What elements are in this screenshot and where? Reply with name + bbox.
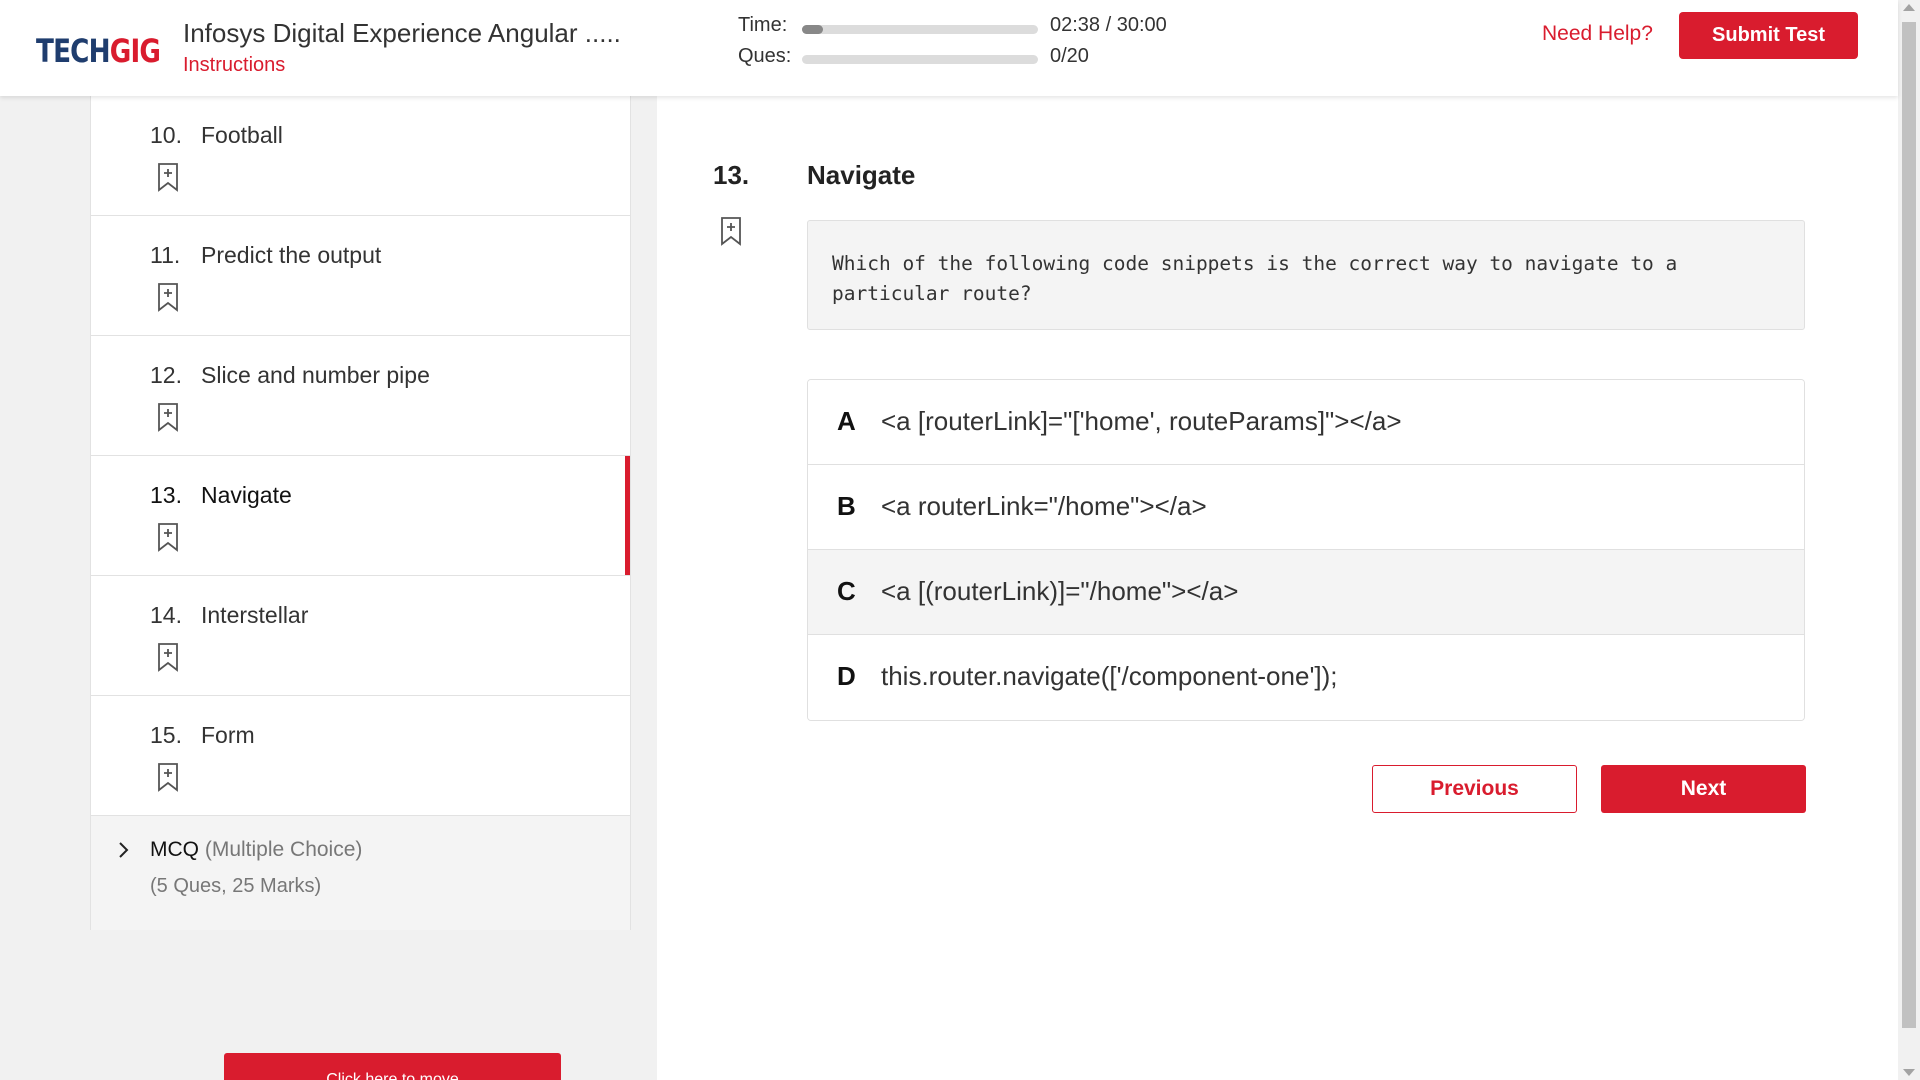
ques-label: Ques:	[738, 45, 792, 67]
answer-options: A <a [routerLink]="['home', routeParams]…	[807, 379, 1805, 721]
logo-gig-text: GIG	[109, 32, 161, 70]
option-letter: D	[837, 661, 856, 691]
chevron-right-icon[interactable]	[115, 842, 131, 858]
next-button[interactable]: Next	[1601, 765, 1806, 813]
time-progress-fill	[802, 25, 823, 34]
logo-tech-text: TECH	[36, 32, 111, 70]
option-letter: C	[837, 576, 856, 606]
section-details: (5 Ques, 25 Marks)	[150, 875, 322, 897]
question-title: Navigate	[201, 482, 292, 508]
option-text: <a routerLink="/home"></a>	[881, 491, 1207, 521]
submit-test-button[interactable]: Submit Test	[1679, 12, 1858, 59]
question-title: Form	[201, 722, 255, 748]
section-type: (Multiple Choice)	[204, 838, 363, 861]
option-letter: B	[837, 491, 856, 521]
question-panel: 13. Navigate Which of the following code…	[657, 96, 1898, 1080]
question-item[interactable]: 10. Football	[91, 96, 630, 216]
bookmark-add-icon[interactable]	[156, 762, 180, 792]
move-button-label: Click here to move	[326, 1071, 459, 1080]
option-text: this.router.navigate(['/component-one'])…	[881, 661, 1338, 691]
option-b[interactable]: B <a routerLink="/home"></a>	[808, 465, 1804, 550]
question-number: 13.	[150, 482, 182, 508]
scrollbar-thumb[interactable]	[1902, 22, 1916, 1028]
option-text: <a [routerLink]="['home', routeParams]">…	[881, 406, 1402, 436]
question-text: Which of the following code snippets is …	[807, 220, 1805, 330]
bookmark-add-icon[interactable]	[156, 522, 180, 552]
ques-progress-bar	[802, 55, 1038, 64]
instructions-link[interactable]: Instructions	[183, 54, 285, 77]
techgig-logo[interactable]: TECHGIG	[36, 32, 161, 70]
current-question-number: 13.	[713, 160, 750, 190]
option-a[interactable]: A <a [routerLink]="['home', routeParams]…	[808, 380, 1804, 465]
question-item[interactable]: 12. Slice and number pipe	[91, 336, 630, 456]
need-help-link[interactable]: Need Help?	[1542, 22, 1653, 46]
question-number: 11.	[150, 242, 181, 268]
ques-value: 0/20	[1050, 45, 1089, 67]
test-title: Infosys Digital Experience Angular .....	[183, 18, 621, 48]
bookmark-add-icon[interactable]	[156, 402, 180, 432]
question-number: 14.	[150, 602, 182, 628]
time-progress-bar	[802, 25, 1038, 34]
question-title: Interstellar	[201, 602, 309, 628]
option-text: <a [(routerLink)]="/home"></a>	[881, 576, 1239, 606]
time-value: 02:38 / 30:00	[1050, 14, 1167, 36]
question-sidebar: 10. Football 11. Predict the output 12. …	[0, 96, 657, 1080]
section-title: MCQ (Multiple Choice)	[150, 838, 362, 862]
scroll-down-arrow-icon[interactable]	[1903, 1069, 1915, 1076]
move-button[interactable]: Click here to move	[224, 1053, 561, 1080]
current-question-title: Navigate	[807, 160, 916, 190]
option-letter: A	[837, 406, 856, 436]
question-title: Football	[201, 122, 283, 148]
question-list: 10. Football 11. Predict the output 12. …	[90, 96, 631, 930]
bookmark-add-icon[interactable]	[156, 282, 180, 312]
option-d[interactable]: D this.router.navigate(['/component-one'…	[808, 635, 1804, 720]
bookmark-add-icon[interactable]	[719, 216, 743, 246]
question-item[interactable]: 14. Interstellar	[91, 576, 630, 696]
section-name: MCQ	[150, 838, 199, 861]
question-item-active[interactable]: 13. Navigate	[91, 456, 630, 576]
time-label: Time:	[738, 14, 788, 36]
bookmark-add-icon[interactable]	[156, 162, 180, 192]
question-title: Slice and number pipe	[201, 362, 430, 388]
option-c[interactable]: C <a [(routerLink)]="/home"></a>	[808, 550, 1804, 635]
scroll-up-arrow-icon[interactable]	[1903, 4, 1915, 11]
question-item[interactable]: 15. Form	[91, 696, 630, 816]
page-scrollbar[interactable]	[1898, 0, 1920, 1080]
question-number: 10.	[150, 122, 182, 148]
question-number: 15.	[150, 722, 182, 748]
previous-button[interactable]: Previous	[1372, 765, 1577, 813]
question-number: 12.	[150, 362, 182, 388]
question-title: Predict the output	[201, 242, 382, 268]
bookmark-add-icon[interactable]	[156, 642, 180, 672]
section-mcq[interactable]: MCQ (Multiple Choice) (5 Ques, 25 Marks)	[91, 816, 630, 930]
header-bar: TECHGIG Infosys Digital Experience Angul…	[0, 0, 1898, 96]
question-item[interactable]: 11. Predict the output	[91, 216, 630, 336]
